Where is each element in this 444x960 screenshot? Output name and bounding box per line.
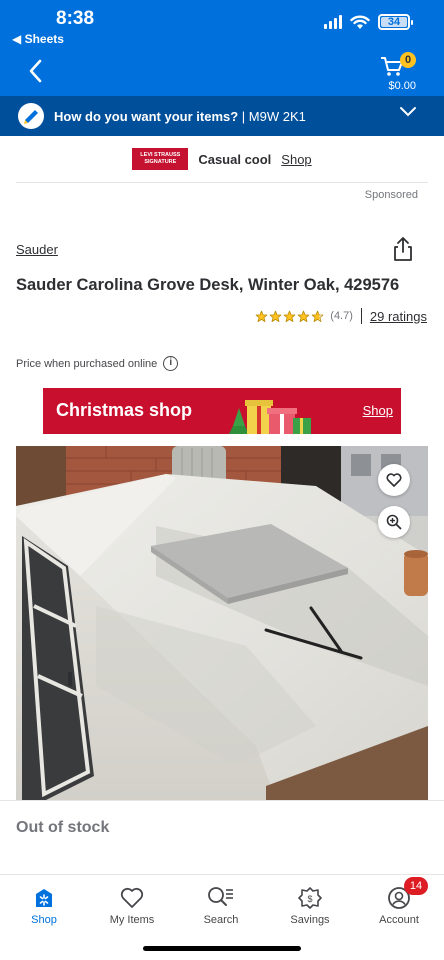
rating-divider xyxy=(360,308,362,324)
nav-my-items[interactable]: My Items xyxy=(97,885,167,926)
cart-count-badge: 0 xyxy=(400,52,416,68)
home-indicator[interactable] xyxy=(143,946,301,951)
divider xyxy=(16,182,428,183)
svg-text:$: $ xyxy=(307,894,312,904)
status-icons: 34 xyxy=(324,14,413,30)
status-time: 8:38 xyxy=(56,8,95,29)
savings-icon: $ xyxy=(298,887,322,909)
search-icon xyxy=(208,887,233,906)
price-note-text: Price when purchased online xyxy=(16,357,158,370)
nav-account[interactable]: Account 14 xyxy=(364,877,434,926)
gift-boxes-icon xyxy=(229,400,311,434)
share-icon[interactable] xyxy=(392,236,414,262)
nav-savings-label: Savings xyxy=(290,914,330,926)
delivery-postal-code: M9W 2K1 xyxy=(248,108,306,124)
delivery-separator: | xyxy=(238,108,249,124)
cart-total: $0.00 xyxy=(388,80,416,92)
chevron-left-icon[interactable] xyxy=(26,58,46,84)
brand-link[interactable]: Sauder xyxy=(16,242,58,257)
star-icon xyxy=(283,310,296,322)
delivery-selector[interactable]: How do you want your items? | M9W 2K1 xyxy=(0,96,444,136)
price-note: Price when purchased online i xyxy=(16,356,179,371)
nav-shop[interactable]: Shop xyxy=(9,885,79,926)
rating-summary[interactable]: (4.7) 29 ratings xyxy=(255,308,427,324)
star-icon xyxy=(255,310,268,322)
delivery-question: How do you want your items? xyxy=(54,108,239,124)
star-icon xyxy=(311,310,324,322)
star-icon xyxy=(269,310,282,322)
star-rating xyxy=(255,310,324,323)
sponsor-logo: LEVI STRAUSS SIGNATURE xyxy=(132,148,189,170)
promo-shop-link[interactable]: Shop xyxy=(363,403,393,418)
favorite-button[interactable] xyxy=(378,464,410,496)
account-notification-badge: 14 xyxy=(404,877,428,895)
promo-title: Christmas shop xyxy=(56,400,193,420)
info-icon[interactable]: i xyxy=(163,356,179,371)
product-image[interactable] xyxy=(16,446,428,800)
sponsor-banner[interactable]: LEVI STRAUSS SIGNATURE Casual cool Shop xyxy=(0,136,444,182)
divider xyxy=(0,800,444,801)
nav-shop-label: Shop xyxy=(31,914,57,926)
zoom-in-icon xyxy=(386,514,402,530)
nav-my-items-label: My Items xyxy=(109,914,155,926)
battery-icon: 34 xyxy=(378,14,413,30)
chevron-down-icon[interactable] xyxy=(398,104,418,118)
spark-icon xyxy=(36,889,52,907)
heart-icon xyxy=(386,473,402,487)
app-header: 8:38 ◀ Sheets 34 0 $0.00 How do you want… xyxy=(0,0,444,136)
star-icon xyxy=(297,310,310,322)
wifi-icon xyxy=(350,15,370,29)
truck-icon xyxy=(18,103,44,129)
product-title: Sauder Carolina Grove Desk, Winter Oak, … xyxy=(16,276,400,294)
availability-status: Out of stock xyxy=(16,819,110,836)
sponsor-shop-link[interactable]: Shop xyxy=(281,152,311,167)
zoom-button[interactable] xyxy=(378,506,410,538)
rating-value: (4.7) xyxy=(330,310,353,322)
heart-icon xyxy=(120,887,144,908)
sponsor-tagline: Casual cool xyxy=(198,151,272,167)
nav-account-label: Account xyxy=(379,914,419,926)
cellular-signal-icon xyxy=(324,15,342,29)
ratings-count-link[interactable]: 29 ratings xyxy=(370,309,427,324)
nav-savings[interactable]: $ Savings xyxy=(275,885,345,926)
battery-level: 34 xyxy=(387,16,401,28)
cart-button[interactable]: 0 $0.00 xyxy=(376,52,420,96)
desk-photo xyxy=(16,446,428,800)
delivery-label: How do you want your items? | M9W 2K1 xyxy=(54,109,306,124)
back-to-app-link[interactable]: ◀ Sheets xyxy=(12,32,64,46)
sponsored-label: Sponsored xyxy=(364,189,418,201)
nav-search[interactable]: Search xyxy=(186,885,256,926)
christmas-promo-banner[interactable]: Christmas shop Shop xyxy=(43,388,401,434)
nav-search-label: Search xyxy=(203,914,239,926)
